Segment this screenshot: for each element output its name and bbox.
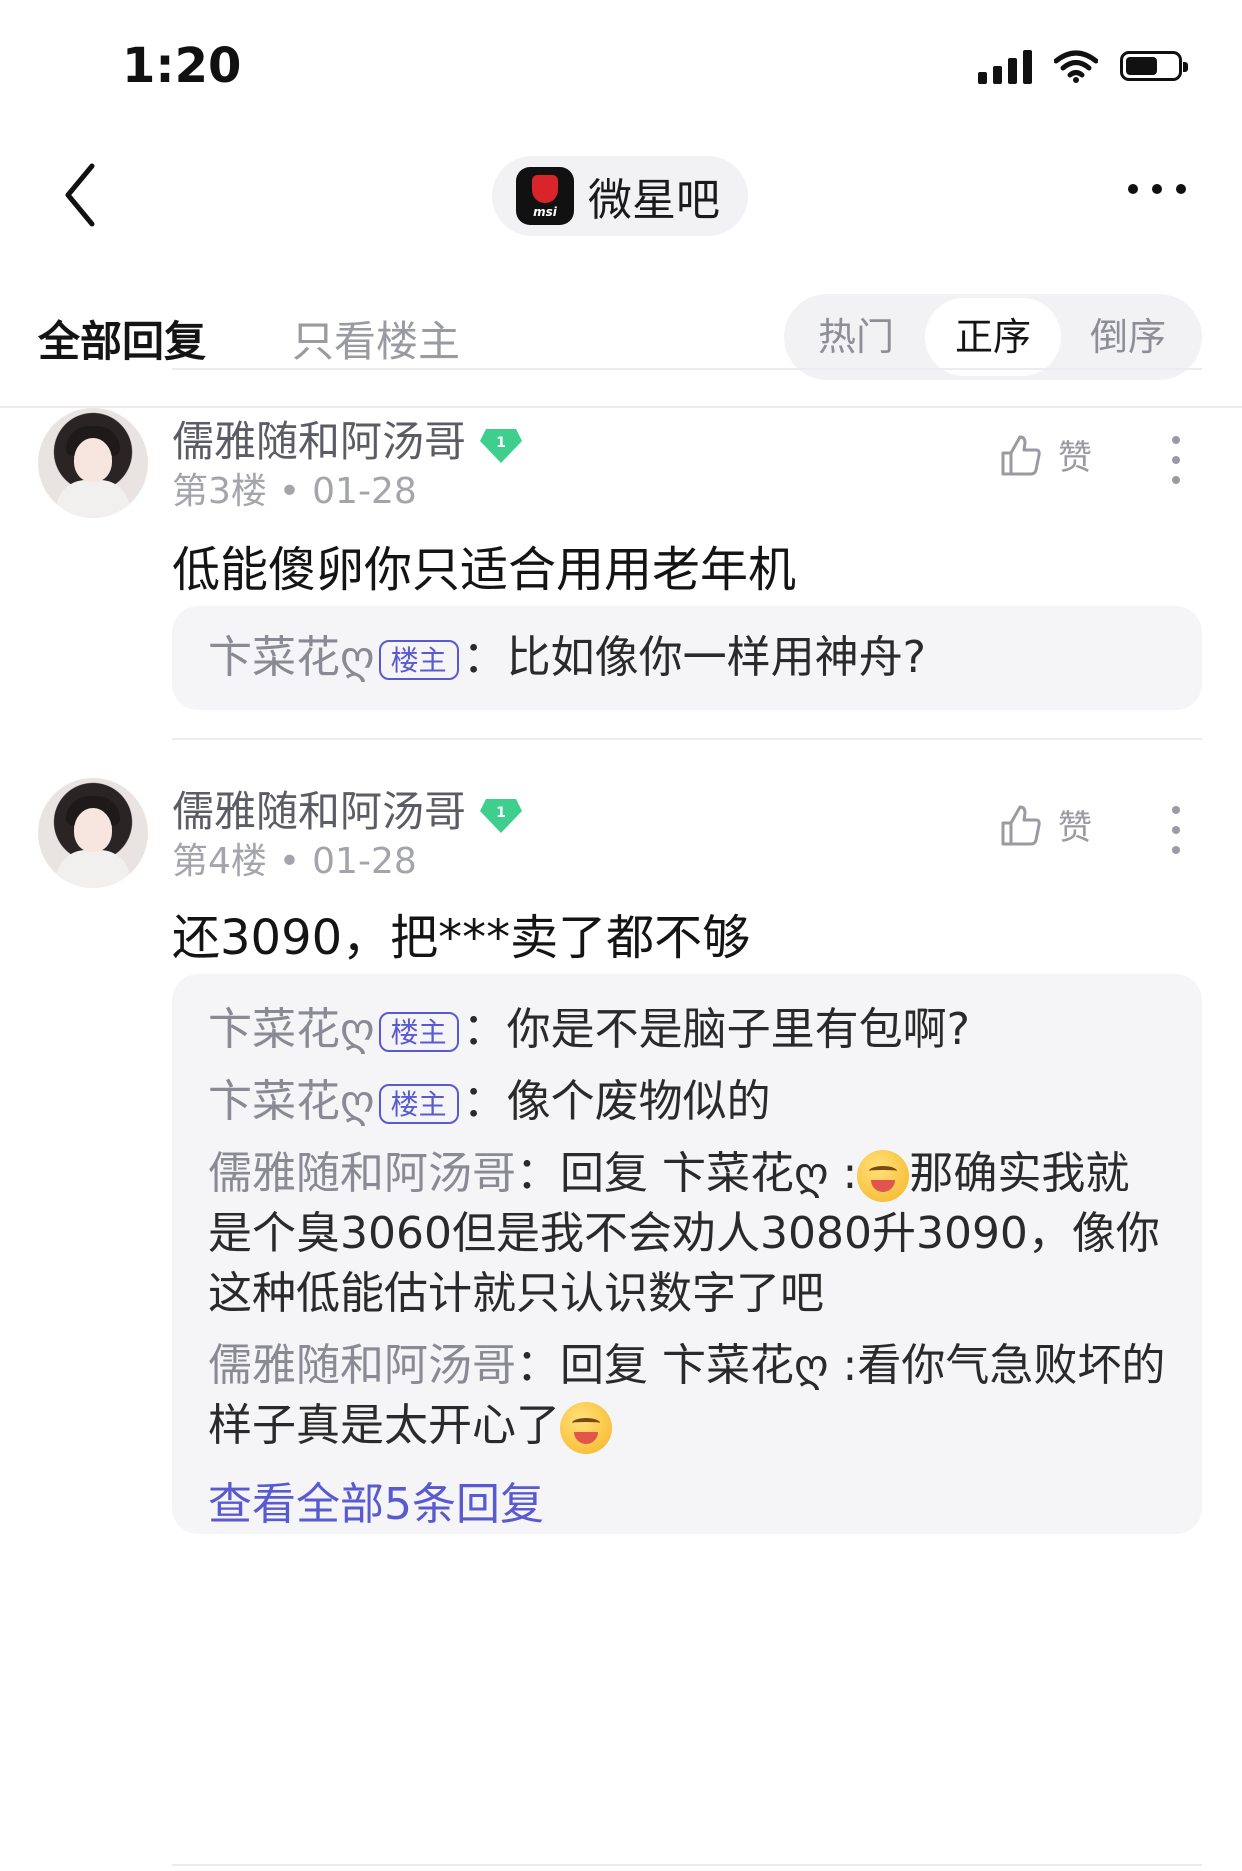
reply-author[interactable]: 卞菜花ღ xyxy=(208,1004,375,1055)
msi-logo-icon: msi xyxy=(516,167,574,225)
username[interactable]: 儒雅随和阿汤哥 1 xyxy=(172,778,524,839)
reply-text: 像个废物似的 xyxy=(506,1076,771,1127)
reply-filter-bar: 全部回复 只看楼主 热门 正序 倒序 xyxy=(0,268,1242,408)
status-bar: 1:20 xyxy=(0,0,1242,130)
nav-bar: msi 微星吧 xyxy=(0,130,1242,260)
reply-text: 回复 卞菜花ღ : xyxy=(560,1148,858,1199)
like-button[interactable]: 赞 xyxy=(1000,430,1092,479)
post-menu-button[interactable] xyxy=(1172,806,1182,866)
sort-asc-button[interactable]: 正序 xyxy=(925,298,1061,376)
reply-author[interactable]: 儒雅随和阿汤哥 xyxy=(208,1340,516,1391)
tab-op-only[interactable]: 只看楼主 xyxy=(292,308,460,369)
reply-text: 比如像你一样用神舟? xyxy=(506,632,926,683)
divider xyxy=(172,368,1202,370)
view-all-replies-link[interactable]: 查看全部5条回复 xyxy=(208,1468,1166,1532)
level-gem-icon: 1 xyxy=(480,798,523,833)
status-time: 1:20 xyxy=(122,38,242,94)
op-badge: 楼主 xyxy=(378,640,459,680)
laughing-emoji-icon xyxy=(560,1402,612,1454)
post-content: 还3090，把***卖了都不够 xyxy=(172,910,751,966)
back-button[interactable] xyxy=(60,160,120,230)
like-label: 赞 xyxy=(1058,438,1092,478)
post-date: 01-28 xyxy=(312,841,417,882)
thumbs-up-icon xyxy=(1001,435,1041,475)
battery-icon xyxy=(1120,51,1188,81)
reply-box[interactable]: 卞菜花ღ 楼主 ：你是不是脑子里有包啊? 卞菜花ღ 楼主 ：像个废物似的 儒雅随和阿汤哥… xyxy=(172,974,1202,1534)
reply-text: 你是不是脑子里有包啊? xyxy=(506,1004,970,1055)
avatar[interactable] xyxy=(38,408,148,518)
svg-text:1: 1 xyxy=(496,805,506,821)
forum-name: 微星吧 xyxy=(588,175,720,226)
post-date: 01-28 xyxy=(312,471,417,512)
svg-text:1: 1 xyxy=(496,435,506,451)
level-gem-icon: 1 xyxy=(480,428,523,463)
more-options-button[interactable] xyxy=(1128,184,1186,194)
floor-number: 第4楼 xyxy=(172,841,267,882)
like-button[interactable]: 赞 xyxy=(1000,800,1092,849)
reply-line: 儒雅随和阿汤哥：回复 卞菜花ღ :看你气急败坏的样子真是太开心了 xyxy=(208,1336,1166,1456)
reply-line: 卞菜花ღ 楼主 ：你是不是脑子里有包啊? xyxy=(208,1004,970,1055)
username[interactable]: 儒雅随和阿汤哥 1 xyxy=(172,408,524,469)
reply-author[interactable]: 卞菜花ღ xyxy=(208,632,375,683)
forum-title-pill[interactable]: msi 微星吧 xyxy=(492,156,748,236)
divider xyxy=(172,1864,1202,1866)
reply-box[interactable]: 卞菜花ღ 楼主 ：比如像你一样用神舟? xyxy=(172,606,1202,710)
status-icons xyxy=(978,48,1188,84)
chevron-left-icon xyxy=(65,163,95,227)
reply-author[interactable]: 儒雅随和阿汤哥 xyxy=(208,1148,516,1199)
reply-author[interactable]: 卞菜花ღ xyxy=(208,1076,375,1127)
op-badge: 楼主 xyxy=(378,1012,459,1052)
reply-line: 卞菜花ღ 楼主 ：像个废物似的 xyxy=(208,1076,771,1127)
post-content: 低能傻卵你只适合用用老年机 xyxy=(172,542,797,598)
post-meta: 第3楼 • 01-28 xyxy=(172,471,417,512)
op-badge: 楼主 xyxy=(378,1084,459,1124)
like-label: 赞 xyxy=(1058,808,1092,848)
reply-line: 卞菜花ღ 楼主 ：比如像你一样用神舟? xyxy=(208,632,926,683)
wifi-icon xyxy=(1054,50,1098,83)
floor-number: 第3楼 xyxy=(172,471,267,512)
avatar[interactable] xyxy=(38,778,148,888)
post-menu-button[interactable] xyxy=(1172,436,1182,496)
reply-line: 儒雅随和阿汤哥：回复 卞菜花ღ : 那确实我就是个臭3060但是我不会劝人3080… xyxy=(208,1148,1160,1319)
divider xyxy=(172,738,1202,740)
cellular-signal-icon xyxy=(978,48,1032,84)
yum-emoji-icon xyxy=(857,1150,910,1202)
thumbs-up-icon xyxy=(1001,805,1041,845)
tab-all-replies[interactable]: 全部回复 xyxy=(38,308,206,369)
post-meta: 第4楼 • 01-28 xyxy=(172,841,417,882)
